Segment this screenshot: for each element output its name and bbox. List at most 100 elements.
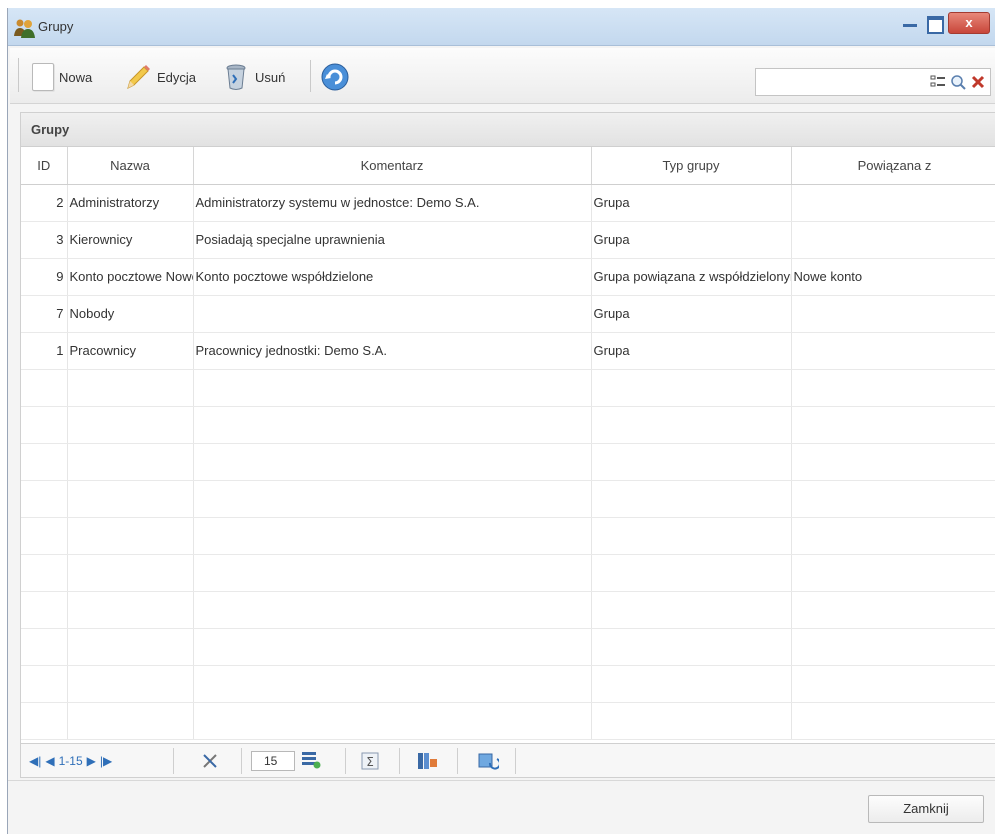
page-range: 1-15 (58, 754, 83, 768)
search-field[interactable] (755, 68, 991, 96)
window-title: Grupy (38, 19, 74, 34)
maximize-button[interactable] (922, 12, 946, 34)
column-header-name[interactable]: Nazwa (67, 147, 194, 185)
empty-cell (591, 369, 792, 407)
table-row[interactable]: 1 Pracownicy Pracownicy jednostki: Demo … (21, 332, 995, 370)
empty-cell (67, 665, 194, 703)
empty-table-row (21, 480, 995, 518)
empty-table-row (21, 443, 995, 481)
cell-comment: Konto pocztowe współdzielone (193, 258, 592, 296)
empty-cell (21, 369, 68, 407)
checklist-icon[interactable] (930, 74, 946, 90)
delete-button[interactable]: Usuń (222, 62, 285, 92)
export-icon[interactable] (477, 744, 499, 778)
empty-cell (791, 628, 995, 666)
empty-table-row (21, 628, 995, 666)
search-actions (930, 74, 986, 90)
empty-cell (591, 554, 792, 592)
empty-cell (67, 406, 194, 444)
magnifier-icon[interactable] (950, 74, 966, 90)
columns-icon[interactable] (417, 744, 439, 778)
search-input[interactable] (760, 72, 910, 92)
cell-id: 3 (21, 221, 68, 259)
empty-cell (21, 628, 68, 666)
cell-id: 2 (21, 184, 68, 222)
close-window-button[interactable]: x (948, 12, 990, 34)
empty-cell (193, 517, 592, 555)
rows-list-icon[interactable] (301, 751, 321, 772)
minimize-button[interactable] (898, 12, 922, 34)
empty-cell (591, 406, 792, 444)
empty-table-row (21, 406, 995, 444)
table-row[interactable]: 9 Konto pocztowe Nowe konto Konto poczto… (21, 258, 995, 296)
empty-cell (67, 443, 194, 481)
cell-name: Administratorzy (67, 184, 194, 222)
pager-divider (173, 748, 174, 774)
cell-linked-with (791, 295, 995, 333)
pager-divider (399, 748, 400, 774)
empty-cell (67, 628, 194, 666)
table-row[interactable]: 2 Administratorzy Administratorzy system… (21, 184, 995, 222)
pager-divider (241, 748, 242, 774)
table-header-row: ID Nazwa Komentarz Typ grupy Powiązana z (21, 147, 995, 185)
empty-cell (193, 369, 592, 407)
page-size-input[interactable]: 15 (251, 751, 295, 771)
empty-cell (67, 702, 194, 740)
empty-table-row (21, 591, 995, 629)
toolbar: Nowa Edycja Usuń (10, 48, 995, 104)
page-size-control: 15 (251, 744, 321, 778)
cell-name: Kierownicy (67, 221, 194, 259)
refresh-button[interactable] (320, 62, 350, 92)
empty-cell (67, 480, 194, 518)
empty-cell (791, 665, 995, 703)
empty-table-row (21, 554, 995, 592)
table-row[interactable]: 3 Kierownicy Posiadają specjalne uprawni… (21, 221, 995, 259)
users-group-icon (14, 18, 35, 38)
groups-window: Grupy x Nowa Edycja Usuń Grupy ID Nazwa … (7, 8, 995, 834)
cell-id: 1 (21, 332, 68, 370)
empty-cell (21, 480, 68, 518)
title-bar[interactable]: Grupy x (8, 8, 995, 46)
column-header-group-type[interactable]: Typ grupy (591, 147, 792, 185)
empty-table-row (21, 369, 995, 407)
pager-toolbar: ◀| ◀ 1-15 ▶ |▶ 15 Σ (21, 743, 995, 777)
last-page-icon[interactable]: |▶ (100, 754, 112, 768)
cell-group-type: Grupa powiązana z współdzielonym kontem … (591, 258, 792, 296)
prev-page-icon[interactable]: ◀ (45, 754, 54, 768)
next-page-icon[interactable]: ▶ (87, 754, 96, 768)
empty-cell (67, 591, 194, 629)
delete-button-label: Usuń (255, 69, 286, 85)
new-button[interactable]: Nowa (32, 62, 92, 92)
close-button[interactable]: Zamknij (868, 795, 984, 823)
empty-cell (591, 665, 792, 703)
empty-cell (193, 443, 592, 481)
edit-button[interactable]: Edycja (124, 62, 196, 92)
column-header-id[interactable]: ID (21, 147, 68, 185)
column-header-comment[interactable]: Komentarz (193, 147, 592, 185)
empty-cell (791, 702, 995, 740)
new-document-icon (32, 63, 54, 91)
cell-id: 9 (21, 258, 68, 296)
empty-cell (791, 406, 995, 444)
toolbar-divider (310, 60, 311, 92)
table-row[interactable]: 7 Nobody Grupa (21, 295, 995, 333)
cell-group-type: Grupa (591, 332, 792, 370)
empty-cell (193, 406, 592, 444)
groups-panel: Grupy ID Nazwa Komentarz Typ grupy Powią… (20, 112, 995, 778)
sum-icon[interactable]: Σ (361, 744, 379, 778)
empty-cell (591, 443, 792, 481)
new-button-label: Nowa (59, 69, 93, 85)
clear-x-icon[interactable] (970, 74, 986, 90)
cell-name: Pracownicy (67, 332, 194, 370)
column-header-linked-with[interactable]: Powiązana z (791, 147, 995, 185)
empty-cell (193, 480, 592, 518)
first-page-icon[interactable]: ◀| (29, 754, 41, 768)
pager-divider (515, 748, 516, 774)
groups-table: ID Nazwa Komentarz Typ grupy Powiązana z… (21, 147, 995, 740)
empty-cell (67, 554, 194, 592)
pager-navigation: ◀| ◀ 1-15 ▶ |▶ (29, 744, 112, 778)
empty-cell (791, 554, 995, 592)
tools-icon[interactable] (201, 744, 219, 778)
panel-title: Grupy (21, 113, 995, 147)
empty-cell (791, 480, 995, 518)
